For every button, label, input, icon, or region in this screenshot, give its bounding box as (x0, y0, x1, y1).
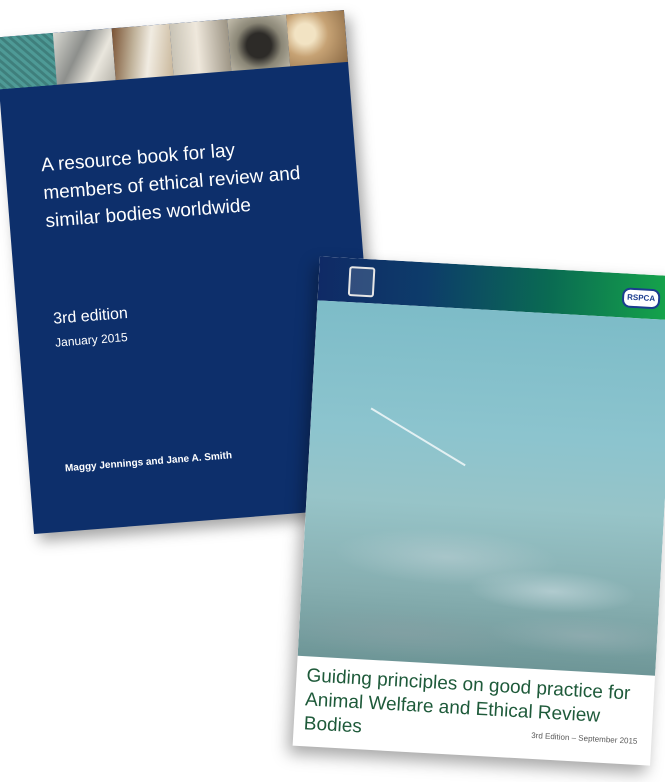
sky-photo (297, 300, 665, 676)
book1-date: January 2015 (54, 330, 129, 350)
photo-tile (227, 14, 290, 72)
book1-edition: 3rd edition (52, 304, 129, 328)
rspca-logo: RSPCA (621, 287, 661, 310)
book-covers-scene: A resource book for lay members of ethic… (0, 0, 665, 782)
book1-title: A resource book for lay members of ethic… (40, 140, 302, 233)
photo-tile (285, 10, 348, 67)
photo-tile (53, 28, 116, 85)
contrail (370, 407, 466, 467)
guiding-principles-cover: RSPCA Guiding principles on good practic… (292, 256, 665, 766)
photo-strip (0, 10, 348, 90)
photo-tile (169, 19, 232, 76)
organisation-logo-icon (347, 266, 376, 298)
book1-authors: Maggy Jennings and Jane A. Smith (64, 450, 233, 475)
photo-tile (0, 32, 58, 90)
photo-tile (111, 23, 174, 81)
